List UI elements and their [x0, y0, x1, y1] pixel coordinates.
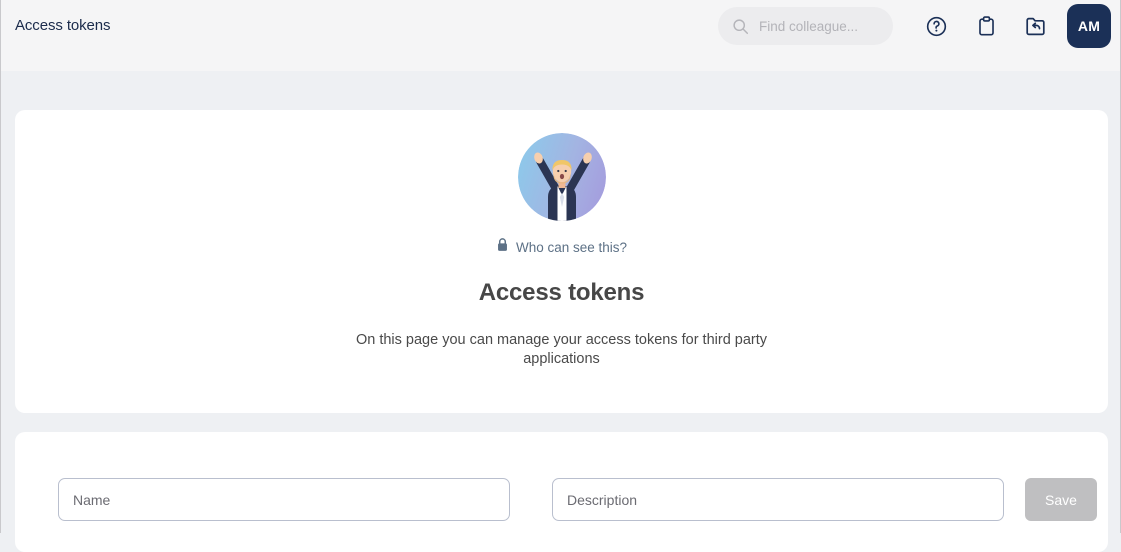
header-actions: AM — [718, 4, 1111, 48]
page-title: Access tokens — [15, 17, 111, 34]
name-input[interactable] — [58, 478, 510, 521]
search-icon — [732, 18, 749, 35]
search-input[interactable] — [759, 18, 874, 34]
search-box[interactable] — [718, 7, 893, 45]
lock-icon — [496, 237, 509, 257]
avatar[interactable]: AM — [1067, 4, 1111, 48]
description-input[interactable] — [552, 478, 1004, 521]
help-circle-icon[interactable] — [917, 7, 955, 45]
hero-title: Access tokens — [478, 279, 645, 306]
hero-description: On this page you can manage your access … — [355, 332, 768, 367]
token-form-card: Save — [15, 432, 1108, 552]
app-header: Access tokens Find colleague... AM — [1, 0, 1120, 71]
avatar-initials: AM — [1077, 18, 1101, 34]
who-can-see-this-link[interactable]: Who can see this? — [496, 237, 627, 257]
celebrating-person-illustration — [517, 133, 606, 221]
folder-back-icon[interactable] — [1017, 7, 1055, 45]
hero-card: Who can see this? Access tokens On this … — [15, 110, 1108, 413]
save-button[interactable]: Save — [1025, 478, 1097, 521]
token-form-row: Save — [58, 478, 1097, 521]
who-can-see-this-label: Who can see this? — [515, 239, 628, 255]
clipboard-icon[interactable] — [967, 7, 1005, 45]
